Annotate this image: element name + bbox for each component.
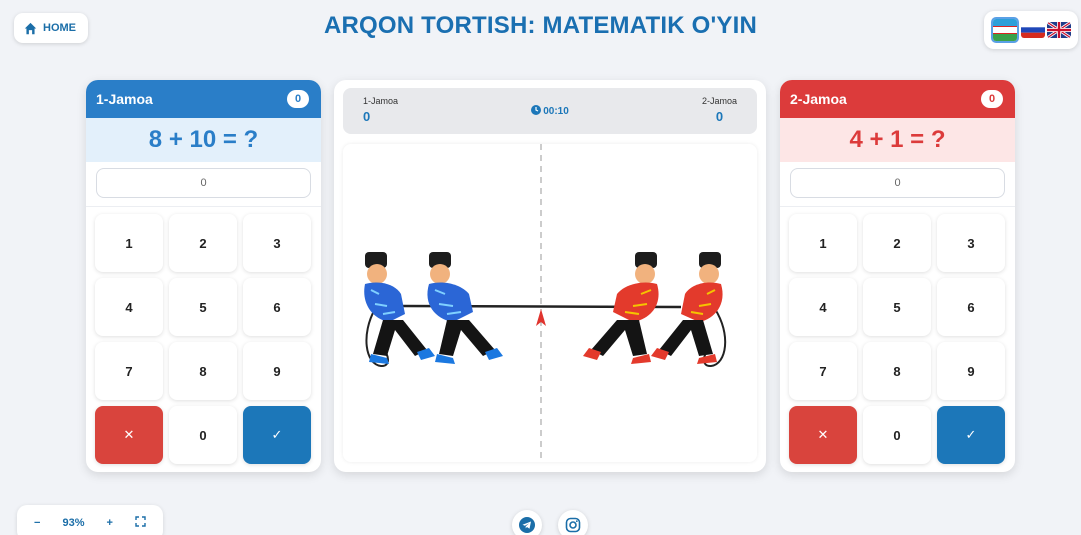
team1-score-badge: 0: [287, 90, 309, 108]
team2-submit-button[interactable]: ✓: [937, 406, 1005, 464]
team1-key-7[interactable]: 7: [95, 342, 163, 400]
team2-key-4[interactable]: 4: [789, 278, 857, 336]
team1-panel: 1-Jamoa 0 8 + 10 = ? 0 1 2 3 4 5 6 7 8 9…: [86, 80, 321, 472]
team1-key-4[interactable]: 4: [95, 278, 163, 336]
team2-key-5[interactable]: 5: [863, 278, 931, 336]
zoom-controls: − 93% +: [17, 505, 163, 535]
team2-clear-button[interactable]: ✕: [789, 406, 857, 464]
language-switcher: [984, 11, 1078, 49]
team1-key-8[interactable]: 8: [169, 342, 237, 400]
page-title: ARQON TORTISH: MATEMATIK O'YIN: [323, 12, 758, 39]
tug-of-war-illustration: [364, 144, 727, 462]
team2-key-2[interactable]: 2: [863, 214, 931, 272]
tug-of-war-field: [343, 144, 757, 462]
team2-key-1[interactable]: 1: [789, 214, 857, 272]
team2-score-badge: 0: [981, 90, 1003, 108]
clock-icon: [531, 105, 542, 115]
team1-key-0[interactable]: 0: [169, 406, 237, 464]
team2-question: 4 + 1 = ?: [780, 118, 1015, 162]
zoom-level: 93%: [62, 517, 85, 529]
flag-uz-icon[interactable]: [991, 17, 1019, 43]
scoreboard-team2-name: 2-Jamoa: [701, 96, 737, 106]
flag-en-icon[interactable]: [1047, 22, 1071, 38]
team2-key-6[interactable]: 6: [937, 278, 1005, 336]
zoom-in-button[interactable]: +: [107, 517, 113, 529]
team2-answer-field[interactable]: 0: [790, 168, 1005, 198]
team1-name: 1-Jamoa: [96, 91, 153, 107]
team1-key-3[interactable]: 3: [243, 214, 311, 272]
team2-key-8[interactable]: 8: [863, 342, 931, 400]
blue-player-2: [427, 252, 503, 364]
team1-key-9[interactable]: 9: [243, 342, 311, 400]
team1-question: 8 + 10 = ?: [86, 118, 321, 162]
scoreboard-team2-score: 0: [715, 109, 724, 124]
timer: 00:10: [343, 105, 757, 117]
team2-key-3[interactable]: 3: [937, 214, 1005, 272]
scoreboard: 1-Jamoa 0 00:10 2-Jamoa 0: [343, 88, 757, 134]
red-player-1: [583, 252, 659, 364]
team1-key-1[interactable]: 1: [95, 214, 163, 272]
zoom-out-button[interactable]: −: [34, 517, 40, 529]
team2-key-0[interactable]: 0: [863, 406, 931, 464]
team1-key-6[interactable]: 6: [243, 278, 311, 336]
team1-keypad: 1 2 3 4 5 6 7 8 9 ✕ 0 ✓: [86, 207, 321, 471]
team2-header: 2-Jamoa 0: [780, 80, 1015, 118]
team1-submit-button[interactable]: ✓: [243, 406, 311, 464]
blue-player-1: [364, 252, 435, 364]
team1-answer-field[interactable]: 0: [96, 168, 311, 198]
team2-name: 2-Jamoa: [790, 91, 847, 107]
team1-header: 1-Jamoa 0: [86, 80, 321, 118]
team2-panel: 2-Jamoa 0 4 + 1 = ? 0 1 2 3 4 5 6 7 8 9 …: [780, 80, 1015, 472]
timer-value: 00:10: [543, 106, 569, 117]
team2-key-7[interactable]: 7: [789, 342, 857, 400]
game-arena: 1-Jamoa 0 00:10 2-Jamoa 0: [334, 80, 766, 472]
team1-key-2[interactable]: 2: [169, 214, 237, 272]
flag-ru-icon[interactable]: [1021, 22, 1045, 38]
team1-key-5[interactable]: 5: [169, 278, 237, 336]
telegram-icon: [519, 517, 535, 533]
team2-keypad: 1 2 3 4 5 6 7 8 9 ✕ 0 ✓: [780, 207, 1015, 471]
team1-clear-button[interactable]: ✕: [95, 406, 163, 464]
instagram-button[interactable]: [558, 510, 588, 535]
telegram-button[interactable]: [512, 510, 542, 535]
team2-key-9[interactable]: 9: [937, 342, 1005, 400]
instagram-icon: [565, 517, 581, 533]
fullscreen-icon[interactable]: [135, 516, 146, 530]
